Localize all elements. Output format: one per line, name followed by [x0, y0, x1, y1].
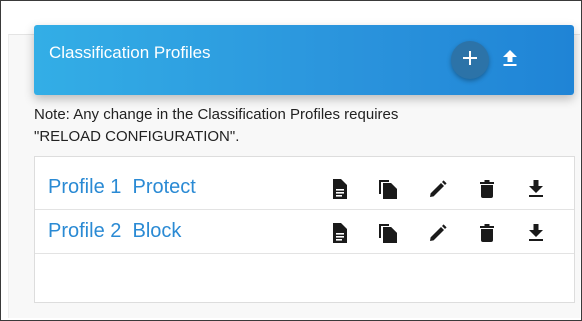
reload-note: Note: Any change in the Classification P… [34, 104, 494, 148]
edit-icon[interactable] [427, 222, 449, 244]
upload-icon [502, 49, 518, 72]
note-line-1: Note: Any change in the Classification P… [34, 106, 399, 123]
profile-link[interactable]: Profile 1 Protect [48, 176, 196, 199]
profiles-header: Classification Profiles [34, 25, 574, 95]
download-icon[interactable] [525, 178, 547, 200]
delete-icon[interactable] [476, 222, 498, 244]
header-title: Classification Profiles [49, 43, 211, 62]
note-line-2: "RELOAD CONFIGURATION". [34, 128, 240, 145]
delete-icon[interactable] [476, 178, 498, 200]
download-icon[interactable] [525, 222, 547, 244]
upload-profile-button[interactable] [500, 49, 520, 72]
copy-icon[interactable] [377, 222, 399, 244]
add-profile-button[interactable] [451, 41, 489, 79]
view-icon[interactable] [329, 222, 351, 244]
table-row: Profile 1 Protect [35, 166, 574, 210]
copy-icon[interactable] [377, 178, 399, 200]
view-icon[interactable] [329, 178, 351, 200]
profile-link[interactable]: Profile 2 Block [48, 220, 181, 243]
plus-icon [462, 50, 478, 71]
edit-icon[interactable] [427, 178, 449, 200]
empty-table-area [35, 255, 574, 302]
profiles-table: Profile 1 Protect Profile 2 Block [34, 156, 575, 303]
table-row: Profile 2 Block [35, 210, 574, 254]
